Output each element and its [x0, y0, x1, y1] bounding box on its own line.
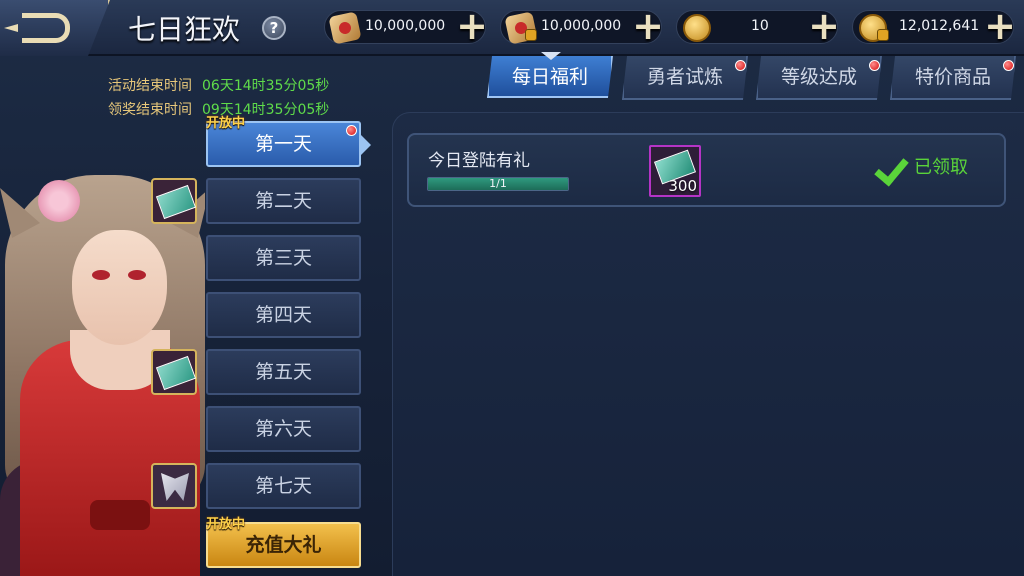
tab-label: 每日福利	[511, 66, 588, 88]
back-arrow-icon	[4, 13, 70, 43]
resource-value: 12,012,641	[899, 18, 980, 34]
resource-locked-coin: 12,012,641 +	[852, 7, 1017, 45]
day-label: 充值大礼	[245, 534, 322, 556]
resource-coin: 10 +	[676, 7, 841, 45]
add-scroll-button[interactable]: +	[455, 7, 489, 45]
add-locked-scroll-button[interactable]: +	[631, 7, 665, 45]
resource-locked-scroll: 10,000,000 +	[500, 7, 665, 45]
page-title: 七日狂欢	[128, 13, 241, 46]
day-label: 第六天	[254, 418, 312, 440]
notification-dot-icon	[735, 60, 746, 71]
resource-value: 10,000,000	[541, 18, 622, 34]
tab-level-reached[interactable]: 等级达成	[756, 56, 882, 100]
progress-text: 1/1	[489, 177, 507, 190]
reward-progress-bar: 1/1	[427, 177, 569, 191]
day-5-reward-ticket-icon[interactable]	[151, 349, 197, 395]
tab-daily-welfare[interactable]: 每日福利	[487, 56, 613, 98]
add-coin-button[interactable]: +	[807, 7, 841, 45]
event-end-label: 活动结束时间	[108, 78, 192, 94]
claim-end-label: 领奖结束时间	[108, 102, 192, 118]
scroll-icon	[328, 11, 362, 45]
day-label: 第二天	[254, 190, 312, 212]
day-label: 第五天	[254, 361, 312, 383]
notification-dot-icon	[346, 125, 357, 136]
open-tag: 开放中	[206, 517, 246, 532]
day-label: 第一天	[254, 133, 312, 155]
open-tag: 开放中	[206, 116, 246, 131]
gold-coin-icon	[683, 14, 711, 42]
lock-icon	[877, 29, 889, 41]
active-tab-indicator	[541, 52, 561, 60]
tab-label: 等级达成	[780, 66, 857, 88]
add-locked-coin-button[interactable]: +	[983, 7, 1017, 45]
tab-hero-trial[interactable]: 勇者试炼	[622, 56, 748, 100]
flower-icon	[38, 180, 80, 222]
tab-label: 特价商品	[914, 66, 991, 88]
day-5-button[interactable]: 第五天	[206, 349, 361, 395]
day-1-button[interactable]: 第一天 开放中	[206, 117, 371, 167]
day-label: 第四天	[254, 304, 312, 326]
resource-value: 10	[751, 18, 769, 34]
day-label: 第七天	[254, 475, 312, 497]
claimed-label: 已领取	[914, 157, 968, 178]
resource-value: 10,000,000	[365, 18, 446, 34]
day-label: 第三天	[254, 247, 312, 269]
day-6-button[interactable]: 第六天	[206, 406, 361, 452]
tab-special-offers[interactable]: 特价商品	[890, 56, 1016, 100]
recharge-gift-button[interactable]: 充值大礼 开放中	[206, 518, 361, 568]
day-2-reward-ticket-icon[interactable]	[151, 178, 197, 224]
day-7-button[interactable]: 第七天	[206, 463, 361, 509]
day-7-reward-wings-icon[interactable]	[151, 463, 197, 509]
lock-icon	[525, 29, 537, 41]
event-end-value: 06天14时35分05秒	[202, 78, 330, 94]
reward-item-ticket[interactable]: 300	[649, 145, 701, 197]
reward-quantity: 300	[668, 177, 697, 195]
day-2-button[interactable]: 第二天	[206, 178, 361, 224]
day-4-button[interactable]: 第四天	[206, 292, 361, 338]
claimed-status: 已领取	[876, 146, 968, 186]
help-icon[interactable]: ?	[262, 16, 286, 40]
reward-title: 今日登陆有礼	[428, 151, 530, 171]
resource-scroll: 10,000,000 +	[324, 7, 489, 45]
checkmark-icon	[876, 149, 910, 183]
notification-dot-icon	[1003, 60, 1014, 71]
event-end-timer: 活动结束时间 06天14时35分05秒	[108, 75, 329, 95]
day-3-button[interactable]: 第三天	[206, 235, 361, 281]
tab-label: 勇者试炼	[646, 66, 723, 88]
notification-dot-icon	[869, 60, 880, 71]
